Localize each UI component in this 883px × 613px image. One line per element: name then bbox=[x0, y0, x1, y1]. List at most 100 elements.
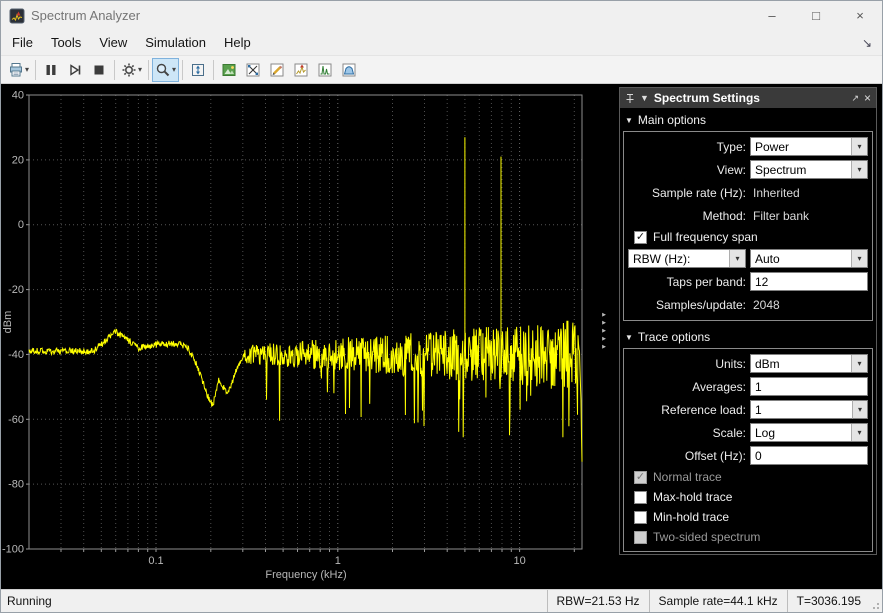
full-frequency-span-label: Full frequency span bbox=[653, 230, 758, 244]
normal-trace-label: Normal trace bbox=[653, 470, 722, 484]
main-options-box: Type: Power ▾ View: Spectrum ▾ Sample ra… bbox=[623, 131, 873, 321]
pencil-icon bbox=[269, 62, 285, 78]
collapse-arrow-icon: ▶ bbox=[602, 320, 606, 326]
averages-label: Averages: bbox=[692, 379, 746, 394]
svg-text:10: 10 bbox=[513, 555, 525, 567]
print-button[interactable]: ▾ bbox=[5, 58, 32, 82]
scale-label: Scale: bbox=[712, 425, 746, 440]
chevron-down-icon[interactable]: ▾ bbox=[729, 250, 745, 267]
samples-per-update-value: 2048 bbox=[753, 297, 780, 312]
menu-simulation[interactable]: Simulation bbox=[136, 32, 215, 53]
two-sided-spectrum-checkbox: Two-sided spectrum bbox=[628, 527, 868, 547]
reference-load-combo[interactable]: ▾ bbox=[750, 400, 868, 419]
section-collapse-icon: ▼ bbox=[625, 332, 633, 342]
units-row: Units: dBm ▾ bbox=[628, 352, 868, 375]
pin-icon[interactable] bbox=[625, 93, 635, 104]
scale-select[interactable]: Log ▾ bbox=[750, 423, 868, 442]
simulation-status: Running bbox=[7, 594, 52, 608]
spectral-mask-button[interactable] bbox=[265, 58, 289, 82]
section-header-main-options[interactable]: ▼ Main options bbox=[620, 108, 876, 129]
panel-close-icon[interactable]: × bbox=[864, 91, 871, 105]
full-frequency-span-checkbox[interactable]: ✓ Full frequency span bbox=[628, 227, 868, 247]
svg-text:-20: -20 bbox=[8, 284, 24, 296]
fit-to-view-button[interactable] bbox=[186, 58, 210, 82]
reference-load-input[interactable] bbox=[750, 400, 852, 419]
spectrum-settings-header[interactable]: ▼ Spectrum Settings ↗ × bbox=[620, 88, 876, 108]
rbw-row: RBW (Hz): ▾ Auto ▾ bbox=[628, 247, 868, 270]
undock-icon[interactable]: ↗ bbox=[851, 93, 859, 104]
data-cursors-button[interactable] bbox=[241, 58, 265, 82]
toolbar-separator bbox=[182, 59, 184, 80]
menu-view[interactable]: View bbox=[90, 32, 136, 53]
status-rbw: RBW=21.53 Hz bbox=[546, 590, 649, 612]
pause-icon bbox=[43, 62, 59, 78]
snapshot-button[interactable] bbox=[217, 58, 241, 82]
distortion-measurements-button[interactable] bbox=[313, 58, 337, 82]
offset-input[interactable] bbox=[750, 446, 868, 465]
max-hold-trace-checkbox[interactable]: Max-hold trace bbox=[628, 487, 868, 507]
rbw-parameter-select[interactable]: RBW (Hz): ▾ bbox=[628, 249, 746, 268]
minimize-button[interactable]: – bbox=[750, 1, 794, 30]
taps-per-band-label: Taps per band: bbox=[666, 274, 746, 289]
view-select[interactable]: Spectrum ▾ bbox=[750, 160, 868, 179]
checkbox-unchecked-disabled-icon bbox=[634, 530, 647, 544]
min-hold-trace-checkbox[interactable]: Min-hold trace bbox=[628, 507, 868, 527]
averages-input[interactable] bbox=[750, 377, 868, 396]
chevron-down-icon[interactable]: ▾ bbox=[851, 138, 867, 155]
spectrum-plot[interactable]: 40 20 0 -20 -40 -60 -80 -100 0.1 1 10 Frequency (kH… bbox=[1, 84, 617, 589]
svg-text:40: 40 bbox=[12, 90, 24, 102]
peak-finder-button[interactable] bbox=[289, 58, 313, 82]
units-select[interactable]: dBm ▾ bbox=[750, 354, 868, 373]
zoom-button[interactable]: ▾ bbox=[152, 57, 180, 82]
view-label: View: bbox=[716, 162, 746, 177]
type-select[interactable]: Power ▾ bbox=[750, 137, 868, 156]
close-button[interactable]: × bbox=[838, 1, 882, 30]
maximize-button[interactable]: □ bbox=[794, 1, 838, 30]
method-row: Method: Filter bank bbox=[628, 204, 868, 227]
svg-text:0.1: 0.1 bbox=[148, 555, 163, 567]
reference-load-row: Reference load: ▾ bbox=[628, 398, 868, 421]
titlebar[interactable]: Spectrum Analyzer – □ × bbox=[1, 1, 882, 30]
toolbar-separator bbox=[148, 59, 150, 80]
section-header-trace-options[interactable]: ▼ Trace options bbox=[620, 325, 876, 346]
stop-button[interactable] bbox=[87, 58, 111, 82]
toolbar-separator bbox=[213, 59, 215, 80]
menu-file[interactable]: File bbox=[3, 32, 42, 53]
sample-rate-row: Sample rate (Hz): Inherited bbox=[628, 181, 868, 204]
menu-tools[interactable]: Tools bbox=[42, 32, 90, 53]
collapse-arrow-icon: ▶ bbox=[602, 336, 606, 342]
resize-grip[interactable] bbox=[870, 590, 882, 612]
pause-button[interactable] bbox=[39, 58, 63, 82]
offset-row: Offset (Hz): bbox=[628, 444, 868, 467]
chevron-down-icon[interactable]: ▾ bbox=[851, 250, 867, 267]
chevron-down-icon[interactable]: ▾ bbox=[852, 400, 868, 419]
collapse-arrow-icon: ▶ bbox=[602, 328, 606, 334]
checkbox-checked-icon[interactable]: ✓ bbox=[634, 230, 647, 244]
step-forward-button[interactable] bbox=[63, 58, 87, 82]
menu-help[interactable]: Help bbox=[215, 32, 260, 53]
panel-collapse-handle[interactable]: ▶ ▶ ▶ ▶ ▶ bbox=[599, 312, 609, 350]
chevron-down-icon[interactable]: ▾ bbox=[851, 161, 867, 178]
status-sample-rate: Sample rate=44.1 kHz bbox=[648, 590, 787, 612]
checkbox-unchecked-icon[interactable] bbox=[634, 490, 647, 504]
svg-text:0: 0 bbox=[18, 219, 24, 231]
channel-measurements-button[interactable] bbox=[337, 58, 361, 82]
scope-client-area: 40 20 0 -20 -40 -60 -80 -100 0.1 1 10 Frequency (kH… bbox=[1, 84, 882, 589]
collapse-all-icon[interactable]: ▼ bbox=[640, 93, 649, 103]
playback-settings-button[interactable]: ▾ bbox=[118, 58, 145, 82]
taps-per-band-input[interactable] bbox=[750, 272, 868, 291]
rbw-value-select[interactable]: Auto ▾ bbox=[750, 249, 868, 268]
rbw-value: Auto bbox=[755, 251, 780, 266]
chevron-down-icon[interactable]: ▾ bbox=[851, 424, 867, 441]
svg-text:-60: -60 bbox=[8, 414, 24, 426]
view-row: View: Spectrum ▾ bbox=[628, 158, 868, 181]
chevron-down-icon: ▾ bbox=[172, 65, 177, 74]
chevron-down-icon[interactable]: ▾ bbox=[851, 355, 867, 372]
dock-icon[interactable]: ↘ bbox=[854, 36, 880, 50]
sample-rate-label: Sample rate (Hz): bbox=[651, 185, 746, 200]
checkbox-unchecked-icon[interactable] bbox=[634, 510, 647, 524]
status-time: T=3036.195 bbox=[786, 590, 870, 612]
svg-text:-80: -80 bbox=[8, 479, 24, 491]
section-label: Main options bbox=[637, 113, 706, 127]
trace-options-box: Units: dBm ▾ Averages: Reference load: ▾ bbox=[623, 348, 873, 552]
